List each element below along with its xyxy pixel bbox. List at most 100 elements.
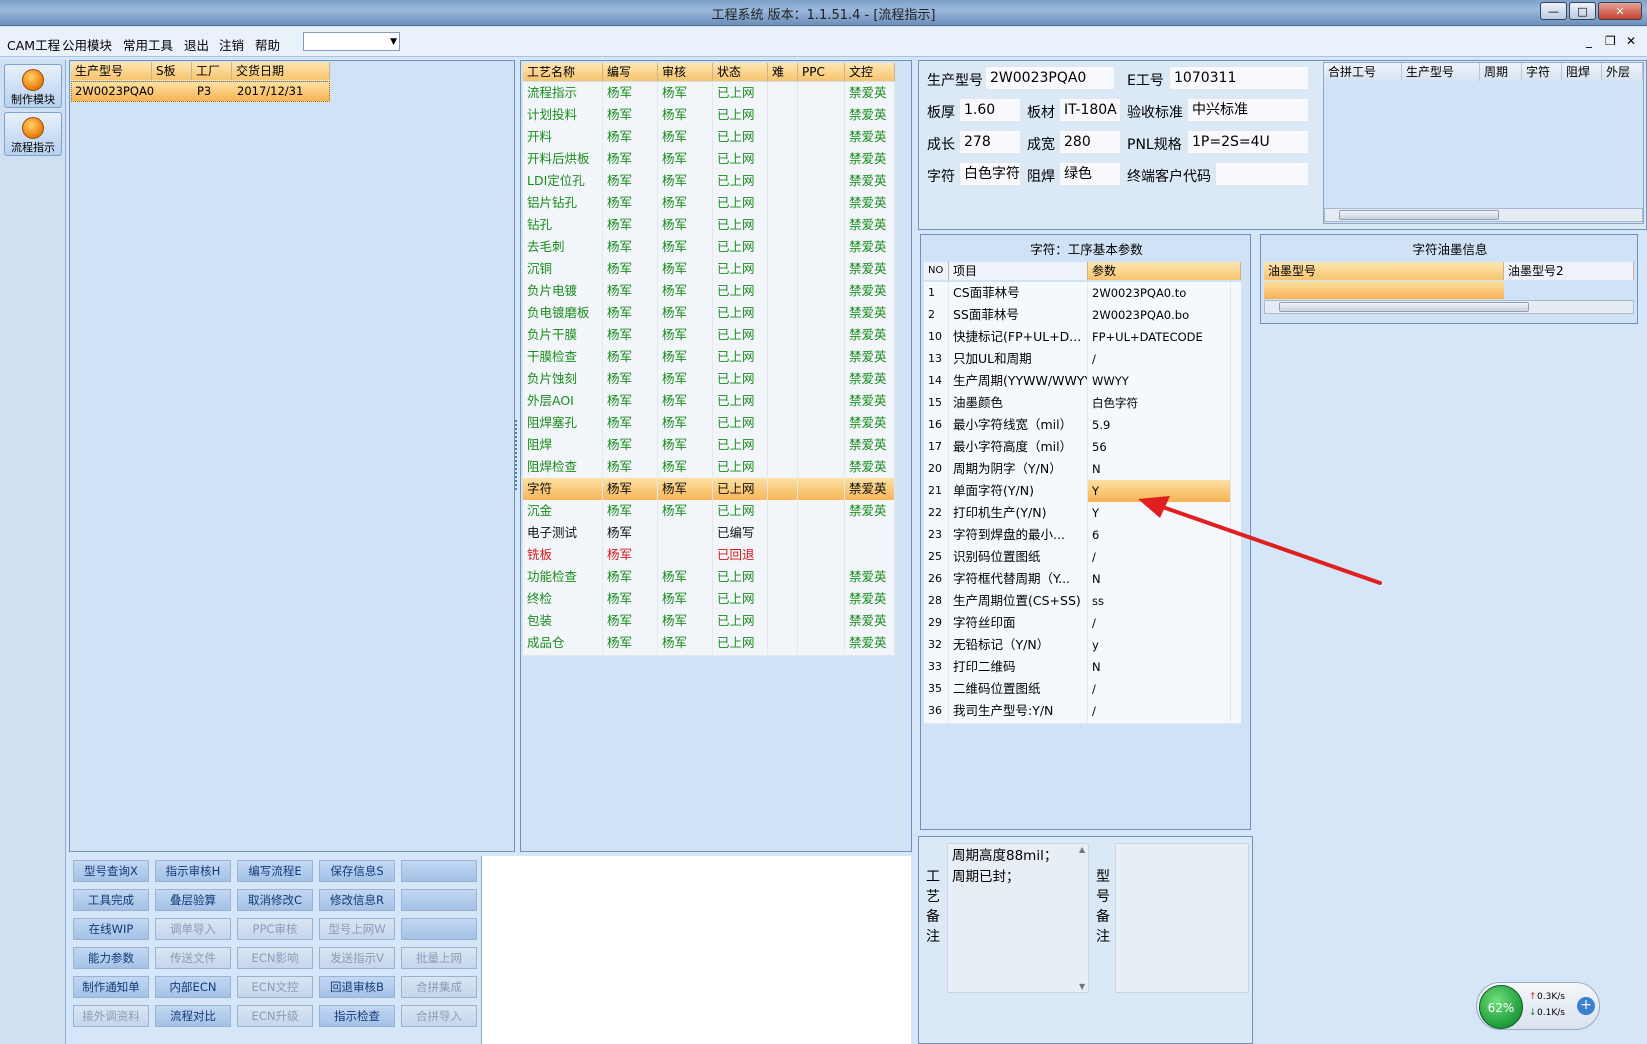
cell-val[interactable]: 2W0023PQA0.bo <box>1088 304 1231 326</box>
field-eno[interactable]: 1070311 <box>1169 66 1309 90</box>
col-ink-model2[interactable]: 油墨型号2 <box>1504 262 1634 280</box>
menu-select[interactable]: ▼ <box>303 32 400 51</box>
menu-logout[interactable]: 注销 <box>219 35 244 54</box>
splitter-handle[interactable] <box>515 420 519 490</box>
nav-make-module[interactable]: 制作模块 <box>4 64 62 108</box>
action-button[interactable]: 编写流程E <box>237 860 313 882</box>
process-row[interactable]: 沉铜 杨军 杨军 已上网 禁爱英 <box>523 258 895 282</box>
action-button[interactable]: ECN升级 <box>237 1005 313 1027</box>
action-button[interactable]: ECN文控 <box>237 976 313 998</box>
mdi-close-icon[interactable]: ✕ <box>1626 34 1636 48</box>
param-row[interactable]: 17 最小字符高度（mil） 56 <box>924 436 1241 460</box>
close-button[interactable]: ✕ <box>1598 2 1642 20</box>
col-writer[interactable]: 编写 <box>603 63 658 81</box>
param-row[interactable]: 1 CS面菲林号 2W0023PQA0.to <box>924 282 1241 306</box>
action-button[interactable]: 调单导入 <box>155 918 231 940</box>
action-button[interactable]: 叠层验算 <box>155 889 231 911</box>
action-button[interactable]: 型号查询X <box>73 860 149 882</box>
action-button[interactable]: 型号上网W <box>319 918 395 940</box>
cell-val[interactable]: y <box>1088 634 1231 656</box>
process-row[interactable]: 成品仓 杨军 杨军 已上网 禁爱英 <box>523 632 895 656</box>
cell-val[interactable]: / <box>1088 678 1231 700</box>
action-button[interactable]: 流程对比 <box>155 1005 231 1027</box>
param-row[interactable]: 16 最小字符线宽（mil） 5.9 <box>924 414 1241 438</box>
process-row[interactable]: 阻焊塞孔 杨军 杨军 已上网 禁爱英 <box>523 412 895 436</box>
action-button[interactable]: 能力参数 <box>73 947 149 969</box>
maximize-button[interactable]: □ <box>1569 2 1596 20</box>
col-merge-char[interactable]: 字符 <box>1522 63 1562 81</box>
ink-scrollbar[interactable] <box>1264 300 1634 314</box>
col-doc-control[interactable]: 文控 <box>845 63 895 81</box>
cell-val[interactable]: / <box>1088 700 1231 722</box>
action-button[interactable] <box>401 860 477 882</box>
cell-val[interactable]: 56 <box>1088 436 1231 458</box>
field-mask[interactable]: 绿色 <box>1059 162 1121 186</box>
action-button[interactable]: PPC审核 <box>237 918 313 940</box>
process-row[interactable]: 包装 杨军 杨军 已上网 禁爱英 <box>523 610 895 634</box>
param-row[interactable]: 13 只加UL和周期 / <box>924 348 1241 372</box>
col-s-board[interactable]: S板 <box>152 62 192 80</box>
col-merge-mask[interactable]: 阻焊 <box>1562 63 1602 81</box>
field-length[interactable]: 278 <box>959 130 1021 154</box>
process-row[interactable]: 沉金 杨军 杨军 已上网 禁爱英 <box>523 500 895 524</box>
action-button[interactable]: 合拼导入 <box>401 1005 477 1027</box>
col-param[interactable]: 参数 <box>1088 262 1241 280</box>
mdi-minimize-icon[interactable]: _ <box>1586 34 1592 48</box>
menu-common-module[interactable]: 公用模块 <box>62 35 112 54</box>
action-button[interactable]: 回退审核B <box>319 976 395 998</box>
menu-help[interactable]: 帮助 <box>255 35 280 54</box>
cell-val[interactable]: 5.9 <box>1088 414 1231 436</box>
process-row[interactable]: 去毛刺 杨军 杨军 已上网 禁爱英 <box>523 236 895 260</box>
field-thickness[interactable]: 1.60 <box>959 98 1021 122</box>
action-button[interactable]: 指示检查 <box>319 1005 395 1027</box>
action-button[interactable]: 传送文件 <box>155 947 231 969</box>
col-merge-model[interactable]: 生产型号 <box>1402 63 1480 81</box>
col-ppc[interactable]: PPC <box>798 63 845 81</box>
scroll-thumb[interactable] <box>1279 302 1529 312</box>
ink-selected-row[interactable] <box>1264 281 1504 299</box>
field-width[interactable]: 280 <box>1059 130 1121 154</box>
process-row[interactable]: 流程指示 杨军 杨军 已上网 禁爱英 <box>523 82 895 106</box>
process-row[interactable]: 字符 杨军 杨军 已上网 禁爱英 <box>523 478 895 502</box>
field-customer[interactable] <box>1215 162 1309 186</box>
process-row[interactable]: 终检 杨军 杨军 已上网 禁爱英 <box>523 588 895 612</box>
param-row[interactable]: 35 二维码位置图纸 / <box>924 678 1241 702</box>
col-delivery-date[interactable]: 交货日期 <box>232 62 330 80</box>
col-factory[interactable]: 工厂 <box>192 62 232 80</box>
col-merge-outer[interactable]: 外层 <box>1602 63 1643 81</box>
action-button[interactable] <box>401 918 477 940</box>
col-status[interactable]: 状态 <box>713 63 768 81</box>
field-material[interactable]: IT-180A <box>1059 98 1121 122</box>
process-row[interactable]: 功能检查 杨军 杨军 已上网 禁爱英 <box>523 566 895 590</box>
process-row[interactable]: 负片干膜 杨军 杨军 已上网 禁爱英 <box>523 324 895 348</box>
process-row[interactable]: 负电镀磨板 杨军 杨军 已上网 禁爱英 <box>523 302 895 326</box>
cell-val[interactable]: WWYY <box>1088 370 1231 392</box>
action-button[interactable]: 制作通知单 <box>73 976 149 998</box>
param-row[interactable]: 32 无铅标记（Y/N） y <box>924 634 1241 658</box>
model-notes[interactable] <box>1115 843 1249 993</box>
param-row[interactable]: 2 SS面菲林号 2W0023PQA0.bo <box>924 304 1241 328</box>
col-item[interactable]: 项目 <box>949 262 1088 280</box>
scroll-thumb[interactable] <box>1339 210 1499 220</box>
merge-scrollbar[interactable] <box>1324 208 1643 222</box>
action-button[interactable]: 取消修改C <box>237 889 313 911</box>
process-row[interactable]: 铝片钻孔 杨军 杨军 已上网 禁爱英 <box>523 192 895 216</box>
col-process-name[interactable]: 工艺名称 <box>523 63 603 81</box>
param-row[interactable]: 28 生产周期位置(CS+SS) ss <box>924 590 1241 614</box>
mdi-restore-icon[interactable]: ❐ <box>1605 34 1616 48</box>
cell-val[interactable]: N <box>1088 458 1231 480</box>
process-row[interactable]: 阻焊检查 杨军 杨军 已上网 禁爱英 <box>523 456 895 480</box>
col-merge-eno[interactable]: 合拼工号 <box>1324 63 1402 81</box>
field-model[interactable]: 2W0023PQA0 <box>985 66 1115 90</box>
notes-scrollbar[interactable]: ▲ ▼ <box>1077 843 1089 993</box>
process-row[interactable]: 计划投料 杨军 杨军 已上网 禁爱英 <box>523 104 895 128</box>
process-row[interactable]: 干膜检查 杨军 杨军 已上网 禁爱英 <box>523 346 895 370</box>
col-difficulty[interactable]: 难 <box>768 63 798 81</box>
process-row[interactable]: 外层AOI 杨军 杨军 已上网 禁爱英 <box>523 390 895 414</box>
param-row[interactable]: 14 生产周期(YYWW/WWYY) WWYY <box>924 370 1241 394</box>
cell-val[interactable]: / <box>1088 612 1231 634</box>
menu-cam[interactable]: CAM工程 <box>7 35 60 54</box>
nav-process-guide[interactable]: 流程指示 <box>4 112 62 156</box>
process-row[interactable]: 开料 杨军 杨军 已上网 禁爱英 <box>523 126 895 150</box>
action-button[interactable] <box>401 889 477 911</box>
